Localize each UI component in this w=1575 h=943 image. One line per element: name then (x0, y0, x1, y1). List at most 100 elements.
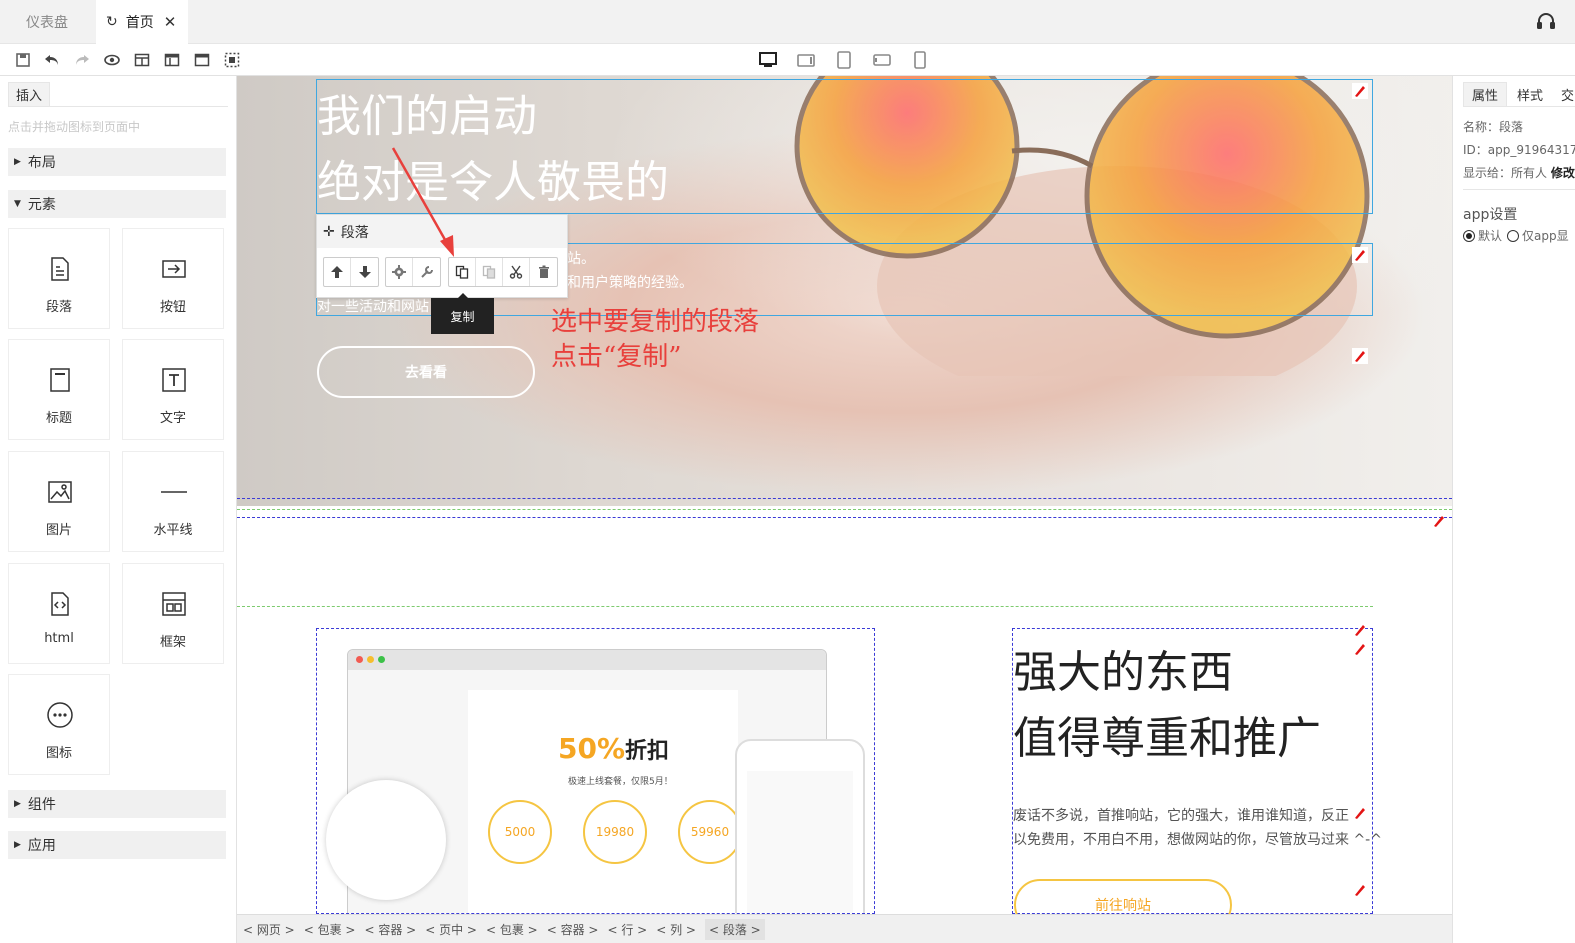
section-layout[interactable]: ▶ 布局 (8, 148, 226, 176)
edit-pencil-icon[interactable] (1352, 805, 1368, 821)
annotation-arrow (391, 147, 454, 257)
section-boundary (237, 498, 1452, 518)
breadcrumb-item[interactable]: < 页中 > (425, 921, 477, 938)
undo-icon[interactable] (44, 52, 60, 68)
redo-icon[interactable] (74, 52, 90, 68)
dot-yellow (367, 656, 374, 663)
breadcrumb-item[interactable]: < 列 > (656, 921, 696, 938)
edit-pencil-icon[interactable] (1352, 247, 1368, 263)
breadcrumb-item[interactable]: < 包裹 > (304, 921, 356, 938)
text-icon (162, 368, 186, 392)
heading-icon (50, 368, 70, 392)
edit-pencil-icon[interactable] (1352, 882, 1368, 898)
layout-icon-3[interactable] (194, 52, 210, 68)
prop-name: 名称：段落 (1463, 120, 1524, 134)
title-selection-box[interactable] (316, 79, 1373, 214)
desktop-icon[interactable] (758, 50, 778, 70)
edit-visibility-link[interactable]: 修改 (1551, 166, 1575, 180)
copy-tooltip: 复制 (431, 293, 494, 334)
section-components[interactable]: ▶ 组件 (8, 790, 226, 818)
section-components-label: 组件 (27, 797, 56, 813)
element-text[interactable]: 文字 (122, 339, 224, 440)
tab-dashboard[interactable]: 仪表盘 (0, 0, 94, 44)
element-button[interactable]: 按钮 (122, 228, 224, 329)
breadcrumb-item[interactable]: < 容器 > (365, 921, 417, 938)
element-heading[interactable]: 标题 (8, 339, 110, 440)
insert-panel: 插入 点击并拖动图标到页面中 ▶ 布局 ▼ 元素 段落 按钮 标题 文字 图片 水平… (0, 76, 237, 943)
tab-home[interactable]: ↻ 首页 ✕ (96, 0, 188, 44)
save-icon[interactable] (15, 52, 31, 68)
radio-default[interactable] (1463, 229, 1475, 242)
visit-site-button[interactable]: 前往响站 (1014, 879, 1232, 914)
horizontal-line-icon (161, 491, 187, 493)
tab-interaction[interactable]: 交 (1561, 82, 1574, 106)
laptop-icon[interactable] (796, 50, 816, 70)
properties-panel: 属性 样式 交 名称：段落 ID：app_91964317 显示给：所有人 修改… (1452, 76, 1575, 943)
tab-properties[interactable]: 属性 (1463, 82, 1507, 106)
preview-icon[interactable] (104, 52, 120, 68)
move-down-button[interactable] (351, 258, 378, 286)
divider (1463, 189, 1575, 190)
paragraph-toolbar-label: 段落 (340, 224, 369, 241)
tab-style[interactable]: 样式 (1517, 82, 1543, 106)
tablet-landscape-icon[interactable] (872, 50, 892, 70)
breadcrumb-item[interactable]: < 包裹 > (486, 921, 538, 938)
tab-insert[interactable]: 插入 (8, 82, 50, 106)
frame-icon (162, 592, 186, 616)
caret-right-icon: ▶ (14, 840, 21, 850)
feature-title-line-1: 强大的东西 (1013, 647, 1233, 698)
phone-screen (747, 771, 853, 913)
element-frame[interactable]: 框架 (122, 563, 224, 664)
element-html[interactable]: html (8, 563, 110, 664)
edit-pencil-icon[interactable] (1352, 83, 1368, 99)
mockup-discount-word: 折扣 (625, 739, 670, 764)
breadcrumb-item[interactable]: < 行 > (608, 921, 648, 938)
element-label: 段落 (45, 300, 72, 315)
settings-button[interactable] (386, 258, 413, 286)
delete-button[interactable] (530, 258, 557, 286)
feature-title-line-2: 值得尊重和推广 (1013, 713, 1321, 764)
edit-button-group (448, 257, 558, 287)
tablet-icon[interactable] (834, 50, 854, 70)
breadcrumb-item[interactable]: < 容器 > (547, 921, 599, 938)
layout-icon-2[interactable] (164, 52, 180, 68)
select-area-icon[interactable] (224, 52, 240, 68)
breadcrumb-item-active[interactable]: < 段落 > (705, 918, 765, 940)
copy-button[interactable] (449, 258, 476, 286)
element-label: 图标 (45, 746, 72, 761)
mockup-subtitle: 极速上线套餐，仅限5月！ (568, 777, 673, 787)
breadcrumb-item[interactable]: < 网页 > (243, 921, 295, 938)
headset-icon[interactable] (1535, 10, 1557, 32)
radio-app-only[interactable] (1507, 229, 1520, 242)
close-icon[interactable]: ✕ (164, 13, 177, 31)
edit-pencil-icon[interactable] (1352, 622, 1368, 638)
edit-pencil-icon[interactable] (1352, 348, 1368, 364)
prop-id: ID：app_91964317 (1463, 143, 1575, 157)
paste-button[interactable] (476, 258, 503, 286)
edit-pencil-icon[interactable] (1352, 641, 1368, 657)
wrench-button[interactable] (413, 258, 440, 286)
element-icon[interactable]: 图标 (8, 674, 110, 775)
move-up-button[interactable] (324, 258, 351, 286)
ellipsis-circle-icon (47, 702, 73, 728)
layout-icon-1[interactable] (134, 52, 150, 68)
element-paragraph[interactable]: 段落 (8, 228, 110, 329)
caret-right-icon: ▶ (14, 799, 21, 809)
mobile-icon[interactable] (910, 50, 930, 70)
cut-button[interactable] (503, 258, 530, 286)
radio-app-only-label: 仅app显 (1522, 229, 1569, 243)
element-image[interactable]: 图片 (8, 451, 110, 552)
radio-default-label: 默认 (1478, 229, 1503, 243)
hero-button[interactable]: 去看看 (317, 346, 535, 398)
element-hr[interactable]: 水平线 (122, 451, 224, 552)
product-mockup-image[interactable]: 50%折扣 极速上线套餐，仅限5月！ 5000 19980 59960 (316, 628, 875, 914)
image-icon (48, 481, 72, 503)
dot-red (356, 656, 363, 663)
move-icon[interactable]: ✛ (323, 224, 335, 240)
edit-pencil-icon[interactable] (1431, 513, 1447, 529)
editor-toolbar (0, 45, 1575, 76)
paragraph-icon (51, 257, 69, 281)
section-elements[interactable]: ▼ 元素 (8, 190, 226, 218)
reload-icon[interactable]: ↻ (106, 14, 118, 30)
section-apps[interactable]: ▶ 应用 (8, 831, 226, 859)
